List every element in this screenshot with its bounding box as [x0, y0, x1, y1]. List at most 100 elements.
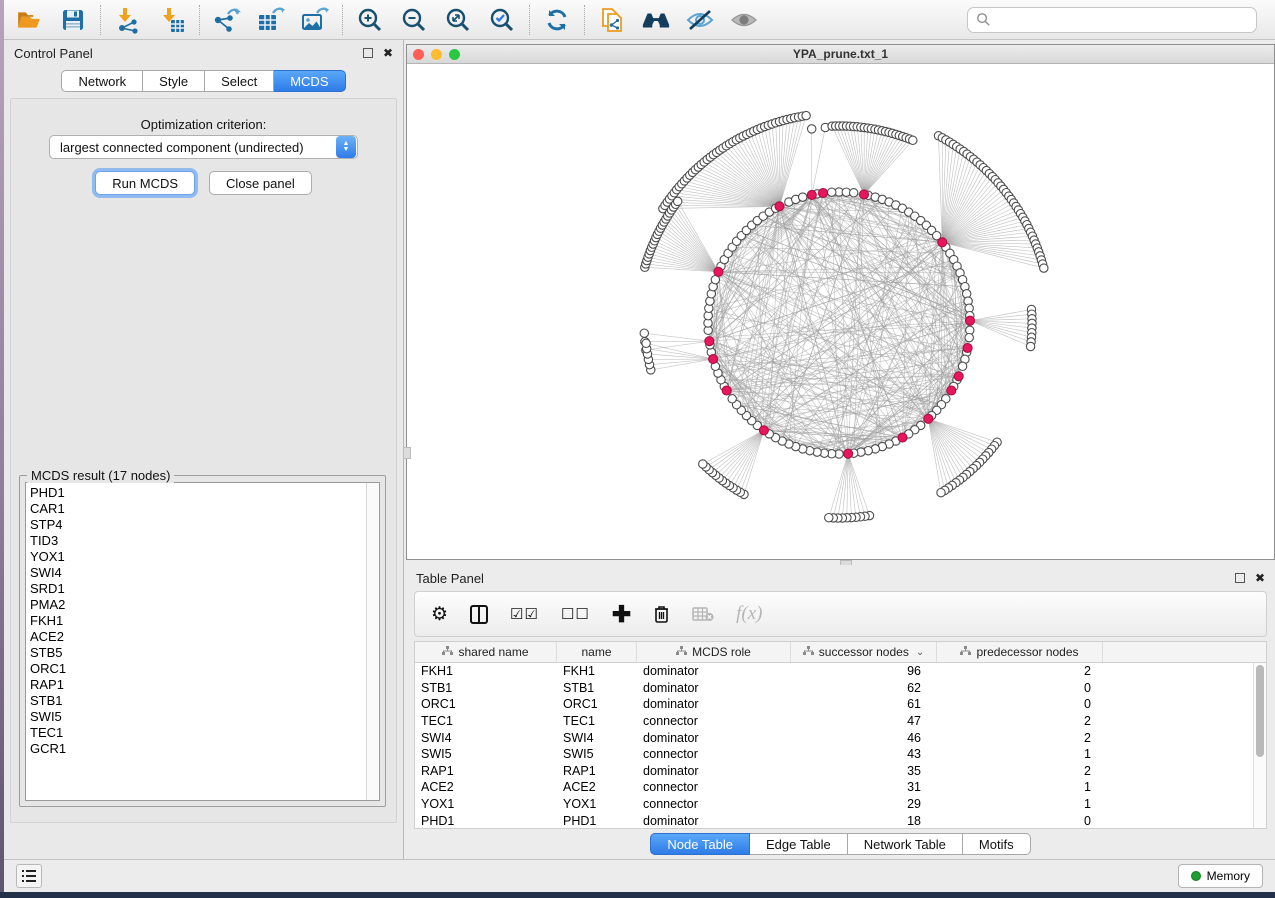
table-row[interactable]: YOX1YOX1connector291	[415, 796, 1253, 813]
table-row[interactable]: SWI4SWI4dominator462	[415, 729, 1253, 746]
table-row[interactable]: FKH1FKH1dominator962	[415, 663, 1253, 680]
mcds-result-item[interactable]: CAR1	[30, 501, 366, 517]
satellite-node[interactable]	[909, 136, 917, 144]
mcds-result-item[interactable]: ACE2	[30, 629, 366, 645]
mcds-result-item[interactable]: YOX1	[30, 549, 366, 565]
network-node[interactable]	[799, 193, 807, 201]
selected-mcds-node[interactable]	[722, 386, 731, 395]
mcds-result-item[interactable]: STB5	[30, 645, 366, 661]
satellite-node[interactable]	[642, 339, 650, 347]
refresh-icon[interactable]	[542, 5, 572, 35]
optimization-criterion-select[interactable]: largest connected component (undirected)…	[49, 135, 358, 159]
vertical-split-handle[interactable]	[403, 447, 411, 459]
network-node[interactable]	[958, 362, 966, 370]
export-image-icon[interactable]	[300, 5, 330, 35]
clone-network-icon[interactable]	[597, 5, 627, 35]
selected-mcds-node[interactable]	[807, 190, 816, 199]
selected-mcds-node[interactable]	[966, 316, 975, 325]
column-header-MCDS-role[interactable]: MCDS role	[637, 642, 791, 662]
satellite-node[interactable]	[674, 197, 682, 205]
selected-mcds-node[interactable]	[860, 190, 869, 199]
maximize-window-button[interactable]	[449, 49, 460, 60]
hide-selected-icon[interactable]	[685, 5, 715, 35]
table-row[interactable]: ORC1ORC1dominator610	[415, 696, 1253, 713]
zoom-selected-icon[interactable]	[487, 5, 517, 35]
first-neighbors-icon[interactable]	[641, 5, 671, 35]
mcds-result-item[interactable]: STP4	[30, 517, 366, 533]
close-table-panel-icon[interactable]: ✖	[1255, 572, 1265, 584]
table-scrollbar-thumb[interactable]	[1256, 665, 1264, 757]
table-row[interactable]: PHD1PHD1dominator180	[415, 812, 1253, 829]
tab-select[interactable]: Select	[205, 70, 274, 92]
mcds-result-item[interactable]: SWI5	[30, 709, 366, 725]
network-node[interactable]	[828, 188, 836, 196]
minimize-window-button[interactable]	[431, 49, 442, 60]
zoom-in-icon[interactable]	[355, 5, 385, 35]
mcds-result-item[interactable]: RAP1	[30, 677, 366, 693]
close-window-button[interactable]	[413, 49, 424, 60]
task-history-button[interactable]	[16, 864, 42, 888]
satellite-node[interactable]	[1026, 342, 1034, 350]
mcds-result-item[interactable]: SWI4	[30, 565, 366, 581]
satellite-node[interactable]	[1040, 264, 1048, 272]
selected-mcds-node[interactable]	[709, 355, 718, 364]
mcds-list-scrollbar[interactable]	[366, 483, 379, 800]
selected-mcds-node[interactable]	[714, 267, 723, 276]
mcds-result-item[interactable]: SRD1	[30, 581, 366, 597]
search-field-container[interactable]	[967, 7, 1257, 33]
float-panel-icon[interactable]	[363, 48, 373, 58]
network-node[interactable]	[965, 334, 973, 342]
satellite-node[interactable]	[825, 514, 833, 522]
selected-mcds-node[interactable]	[963, 344, 972, 353]
delete-table-icon[interactable]	[692, 606, 714, 622]
selected-mcds-node[interactable]	[954, 372, 963, 381]
satellite-node[interactable]	[937, 489, 945, 497]
network-window-titlebar[interactable]: YPA_prune.txt_1	[407, 45, 1274, 64]
mcds-result-list[interactable]: PHD1CAR1STP4TID3YOX1SWI4SRD1PMA2FKH1ACE2…	[26, 483, 366, 800]
column-header-predecessor-nodes[interactable]: predecessor nodes	[937, 642, 1103, 662]
satellite-node[interactable]	[699, 460, 707, 468]
show-all-icon[interactable]	[729, 5, 759, 35]
select-all-icon[interactable]: ☑☑	[510, 607, 539, 622]
table-row[interactable]: SWI5SWI5connector431	[415, 746, 1253, 763]
deselect-all-icon[interactable]: ☐☐	[561, 607, 590, 622]
selected-mcds-node[interactable]	[759, 426, 768, 435]
mcds-result-item[interactable]: TEC1	[30, 725, 366, 741]
add-column-icon[interactable]: ✚	[612, 603, 631, 626]
table-row[interactable]: TEC1TEC1connector472	[415, 713, 1253, 730]
mcds-result-item[interactable]: ORC1	[30, 661, 366, 677]
tab-node-table[interactable]: Node Table	[650, 833, 750, 855]
column-header-successor-nodes[interactable]: successor nodes⌄	[791, 642, 937, 662]
network-node[interactable]	[850, 189, 858, 197]
tab-mcds[interactable]: MCDS	[274, 70, 345, 92]
table-scrollbar[interactable]	[1253, 663, 1266, 828]
delete-rows-icon[interactable]	[653, 604, 670, 624]
export-network-icon[interactable]	[212, 5, 242, 35]
import-table-icon[interactable]	[157, 5, 187, 35]
selected-mcds-node[interactable]	[938, 238, 947, 247]
selected-mcds-node[interactable]	[775, 202, 784, 211]
save-session-icon[interactable]	[58, 5, 88, 35]
satellite-node[interactable]	[640, 329, 648, 337]
close-panel-icon[interactable]: ✖	[383, 47, 393, 59]
mcds-result-item[interactable]: FKH1	[30, 613, 366, 629]
function-builder-icon[interactable]: f(x)	[736, 603, 762, 625]
zoom-out-icon[interactable]	[399, 5, 429, 35]
selected-mcds-node[interactable]	[844, 449, 853, 458]
column-header-shared-name[interactable]: shared name	[415, 642, 557, 662]
selected-mcds-node[interactable]	[924, 414, 933, 423]
satellite-node[interactable]	[802, 111, 810, 119]
export-table-icon[interactable]	[256, 5, 286, 35]
memory-button[interactable]: Memory	[1178, 864, 1263, 888]
settings-gear-icon[interactable]: ⚙	[431, 605, 448, 624]
tab-style[interactable]: Style	[143, 70, 205, 92]
search-input[interactable]	[997, 12, 1248, 27]
run-mcds-button[interactable]: Run MCDS	[95, 171, 195, 195]
selected-mcds-node[interactable]	[898, 433, 907, 442]
open-file-icon[interactable]	[14, 5, 44, 35]
table-row[interactable]: ACE2ACE2connector311	[415, 779, 1253, 796]
tab-motifs[interactable]: Motifs	[963, 833, 1031, 855]
selected-mcds-node[interactable]	[705, 337, 714, 346]
selected-mcds-node[interactable]	[947, 386, 956, 395]
network-node[interactable]	[728, 395, 736, 403]
